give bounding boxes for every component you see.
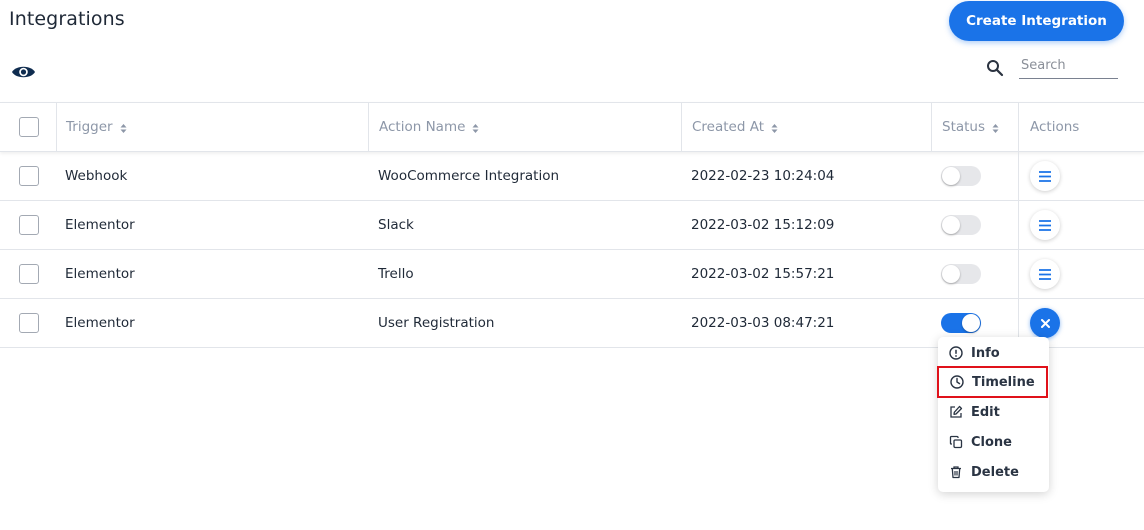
menu-item-label: Info <box>971 345 1000 361</box>
column-header-label: Action Name <box>379 119 466 135</box>
column-header-created-at[interactable]: Created At <box>681 103 931 151</box>
menu-icon <box>1039 268 1051 280</box>
table-row: Elementor Trello 2022-03-02 15:57:21 <box>0 250 1144 299</box>
menu-icon <box>1039 219 1051 231</box>
create-integration-button[interactable]: Create Integration <box>949 1 1124 41</box>
row-select-cell <box>0 201 56 249</box>
menu-item-delete[interactable]: Delete <box>938 458 1049 486</box>
menu-item-info[interactable]: Info <box>938 339 1049 367</box>
action-name-cell: User Registration <box>378 315 495 331</box>
status-cell <box>931 250 1018 298</box>
menu-item-label: Clone <box>971 434 1012 450</box>
status-toggle[interactable] <box>941 313 981 333</box>
row-select-cell <box>0 250 56 298</box>
status-toggle[interactable] <box>941 166 981 186</box>
menu-item-label: Delete <box>971 464 1019 480</box>
search-input[interactable] <box>1019 53 1118 79</box>
row-actions-button[interactable] <box>1030 161 1060 191</box>
row-checkbox[interactable] <box>19 215 39 235</box>
menu-item-label: Timeline <box>972 374 1035 390</box>
column-header-label: Trigger <box>66 119 113 135</box>
actions-cell <box>1018 152 1144 200</box>
action-name-cell: Trello <box>378 266 414 282</box>
row-select-cell <box>0 299 56 347</box>
trigger-cell: Webhook <box>65 168 128 184</box>
menu-item-timeline[interactable]: Timeline <box>937 366 1048 398</box>
action-name-cell: WooCommerce Integration <box>378 168 560 184</box>
toggle-knob <box>942 265 960 283</box>
menu-item-clone[interactable]: Clone <box>938 428 1049 456</box>
row-actions-button[interactable] <box>1030 259 1060 289</box>
column-header-label: Created At <box>692 119 765 135</box>
info-icon <box>949 346 963 360</box>
row-actions-button[interactable] <box>1030 210 1060 240</box>
toggle-knob <box>962 314 980 332</box>
sort-icon[interactable] <box>472 123 479 134</box>
actions-cell <box>1018 201 1144 249</box>
header-select-cell <box>0 103 56 151</box>
toggle-knob <box>942 167 960 185</box>
status-cell <box>931 201 1018 249</box>
close-icon <box>1040 318 1050 328</box>
row-checkbox[interactable] <box>19 313 39 333</box>
edit-icon <box>950 405 963 418</box>
column-header-label: Actions <box>1030 119 1080 135</box>
sort-icon[interactable] <box>771 123 778 134</box>
row-checkbox[interactable] <box>19 264 39 284</box>
menu-item-label: Edit <box>971 404 1000 420</box>
menu-icon <box>1039 170 1051 182</box>
status-toggle[interactable] <box>941 215 981 235</box>
table-row: Elementor Slack 2022-03-02 15:12:09 <box>0 201 1144 250</box>
trigger-cell: Elementor <box>65 217 135 233</box>
column-header-actions: Actions <box>1018 103 1144 151</box>
row-actions-close-button[interactable] <box>1030 308 1060 338</box>
row-checkbox[interactable] <box>19 166 39 186</box>
status-toggle[interactable] <box>941 264 981 284</box>
table-header: Trigger Action Name Created At Status Ac… <box>0 102 1144 152</box>
select-all-checkbox[interactable] <box>19 117 39 137</box>
trash-icon <box>951 466 961 479</box>
sort-icon[interactable] <box>120 123 127 134</box>
created-at-cell: 2022-03-03 08:47:21 <box>691 315 835 331</box>
menu-item-edit[interactable]: Edit <box>938 398 1049 426</box>
action-name-cell: Slack <box>378 217 414 233</box>
trigger-cell: Elementor <box>65 315 135 331</box>
column-header-trigger[interactable]: Trigger <box>56 103 368 151</box>
integrations-table: Trigger Action Name Created At Status Ac… <box>0 102 1144 348</box>
toggle-knob <box>942 216 960 234</box>
row-actions-menu: Info Timeline Edit Clone Delete <box>937 337 1049 492</box>
search-icon[interactable] <box>986 59 1004 77</box>
clone-icon <box>949 435 963 449</box>
created-at-cell: 2022-03-02 15:12:09 <box>691 217 835 233</box>
sort-icon[interactable] <box>992 123 999 134</box>
column-header-status[interactable]: Status <box>931 103 1018 151</box>
actions-cell <box>1018 250 1144 298</box>
created-at-cell: 2022-02-23 10:24:04 <box>691 168 835 184</box>
row-select-cell <box>0 152 56 200</box>
clock-icon <box>950 375 964 389</box>
page-title: Integrations <box>9 8 125 30</box>
column-header-label: Status <box>942 119 986 135</box>
status-cell <box>931 152 1018 200</box>
eye-icon[interactable] <box>11 62 36 82</box>
trigger-cell: Elementor <box>65 266 135 282</box>
table-row: Webhook WooCommerce Integration 2022-02-… <box>0 152 1144 201</box>
created-at-cell: 2022-03-02 15:57:21 <box>691 266 835 282</box>
column-header-action-name[interactable]: Action Name <box>368 103 681 151</box>
